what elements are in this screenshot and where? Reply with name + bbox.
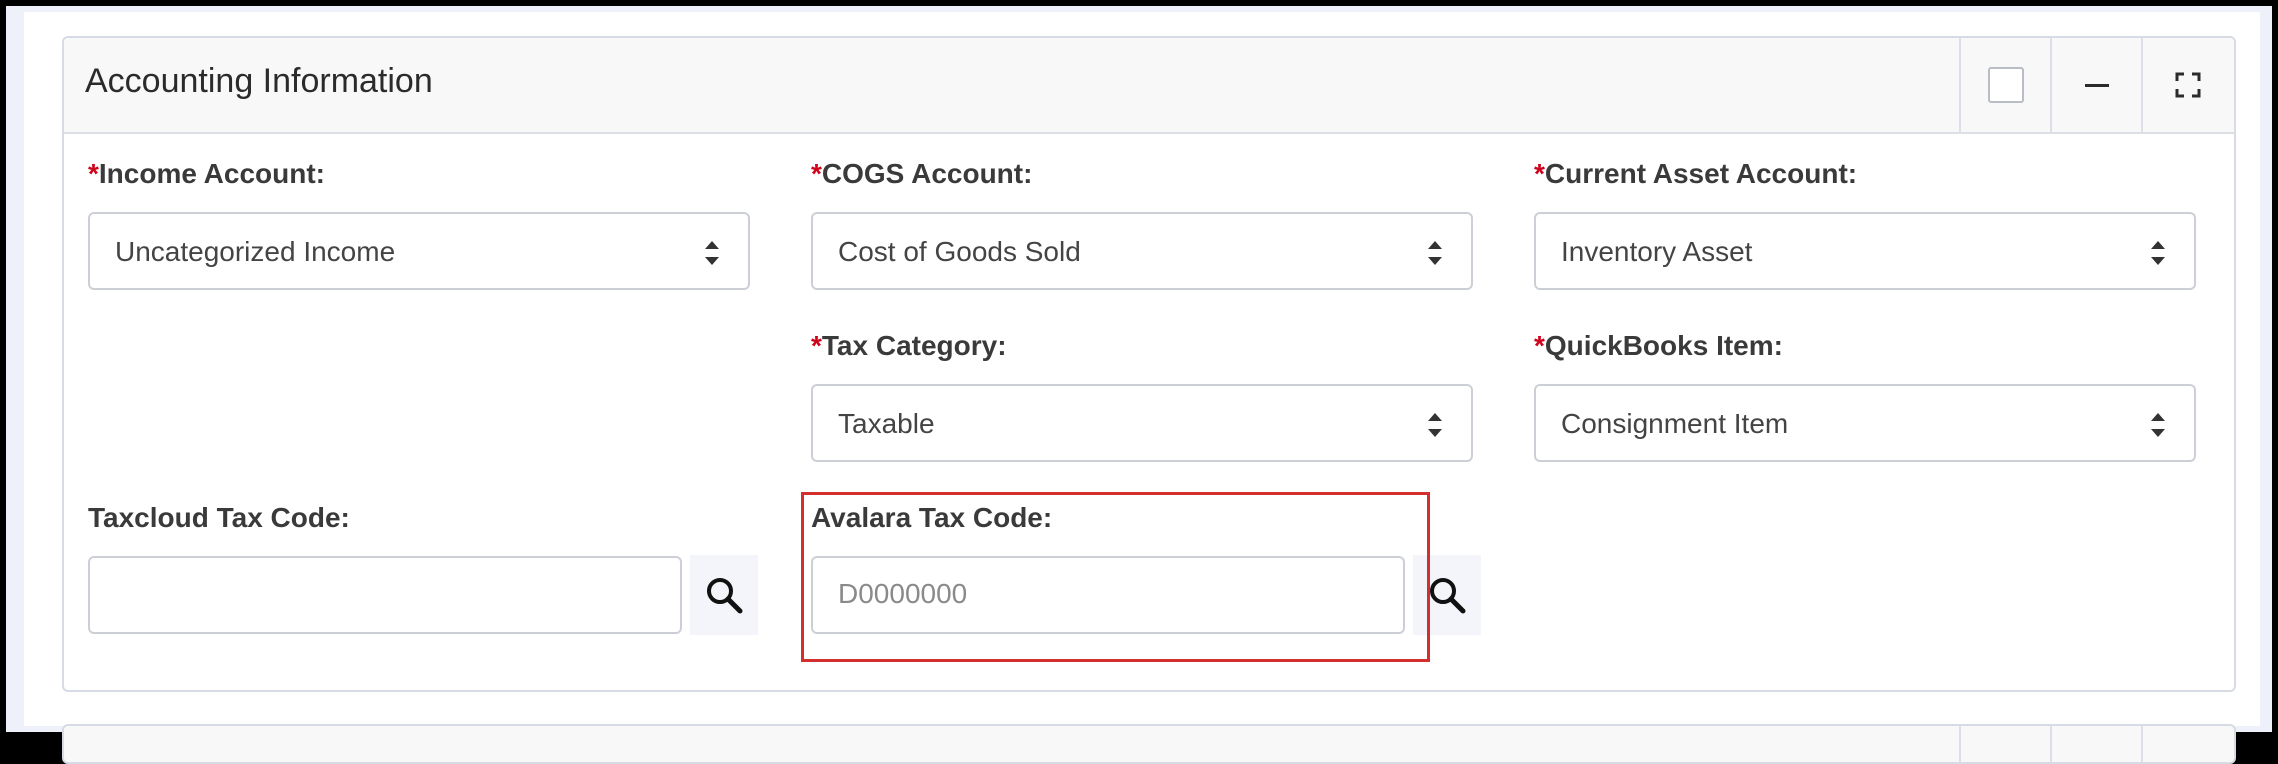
search-icon (1430, 578, 1466, 614)
panel-title: Accounting Information (85, 62, 433, 100)
current-asset-account-label: *Current Asset Account: (1534, 158, 1858, 189)
tax-category-label: *Tax Category: (811, 330, 1007, 361)
divider (2141, 726, 2143, 762)
required-marker: * (88, 158, 99, 189)
next-panel-header (62, 724, 2236, 764)
highlight-box (801, 492, 1430, 662)
cogs-account-value: Cost of Goods Sold (838, 236, 1081, 267)
quickbooks-item-value: Consignment Item (1561, 408, 1789, 439)
taxcloud-tax-code-label: Taxcloud Tax Code: (88, 502, 350, 533)
income-account-select[interactable]: Uncategorized Income (88, 212, 750, 290)
sort-arrows-icon (705, 241, 719, 265)
divider (1959, 726, 1961, 762)
tax-category-select[interactable]: Taxable (811, 384, 1473, 462)
panel-select-button[interactable] (1959, 38, 2050, 132)
screenshot-frame: Accounting Information *Income Account: … (0, 0, 2278, 764)
sort-arrows-icon (1428, 241, 1442, 265)
required-marker: * (1534, 330, 1545, 361)
panel-expand-button[interactable] (2141, 38, 2232, 132)
minimize-icon (2084, 83, 2109, 87)
tax-category-value: Taxable (838, 408, 935, 439)
checkbox-icon[interactable] (1987, 67, 2024, 103)
income-account-label: *Income Account: (88, 158, 325, 189)
cogs-account-label: *COGS Account: (811, 158, 1033, 189)
panel-header: Accounting Information (64, 38, 2234, 134)
income-account-value: Uncategorized Income (115, 236, 396, 267)
current-asset-account-select[interactable]: Inventory Asset (1534, 212, 2196, 290)
quickbooks-item-label: *QuickBooks Item: (1534, 330, 1783, 361)
quickbooks-item-select[interactable]: Consignment Item (1534, 384, 2196, 462)
panel-minimize-button[interactable] (2050, 38, 2141, 132)
sort-arrows-icon (2151, 241, 2165, 265)
search-icon (707, 578, 743, 614)
current-asset-account-value: Inventory Asset (1561, 236, 1753, 267)
expand-icon (2175, 72, 2200, 98)
sort-arrows-icon (1428, 413, 1442, 437)
required-marker: * (811, 158, 822, 189)
cogs-account-select[interactable]: Cost of Goods Sold (811, 212, 1473, 290)
required-marker: * (1534, 158, 1545, 189)
required-marker: * (811, 330, 822, 361)
divider (2050, 726, 2052, 762)
taxcloud-search-button[interactable] (690, 555, 758, 635)
sort-arrows-icon (2151, 413, 2165, 437)
taxcloud-tax-code-input[interactable] (115, 578, 655, 610)
taxcloud-tax-code-field[interactable] (88, 556, 682, 634)
